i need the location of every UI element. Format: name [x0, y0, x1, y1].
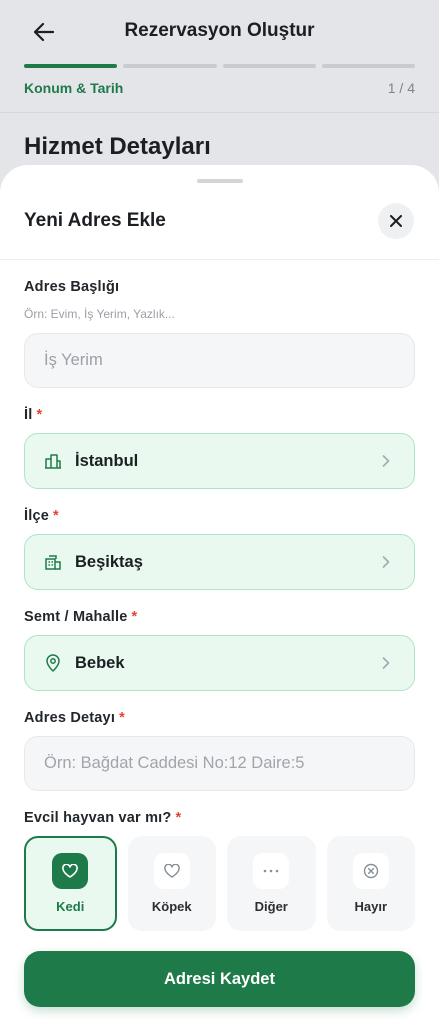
province-select[interactable]: İstanbul: [24, 433, 415, 489]
progress-segment: [321, 64, 415, 68]
address-detail-label-text: Adres Detayı: [24, 710, 116, 726]
neighborhood-value: Bebek: [75, 653, 125, 672]
step-progress: [24, 64, 415, 68]
required-mark: *: [53, 508, 59, 524]
chevron-right-icon: [376, 451, 396, 471]
district-label-text: İlçe: [24, 508, 49, 524]
address-title-value: İş Yerim: [44, 351, 103, 369]
required-mark: *: [175, 810, 182, 826]
divider: [0, 259, 439, 260]
add-address-sheet: Yeni Adres Ekle Adres Başlığı Örn: Evim,…: [0, 165, 439, 1020]
progress-segment: [222, 64, 316, 68]
location-pin-icon: [43, 653, 63, 673]
neighborhood-label: Semt / Mahalle *: [24, 609, 137, 625]
required-mark: *: [119, 710, 125, 726]
more-icon: [253, 853, 290, 889]
page-title: Rezervasyon Oluştur: [124, 20, 315, 41]
address-title-hint: Örn: Evim, İş Yerim, Yazlık...: [24, 307, 175, 321]
address-title-input[interactable]: İş Yerim: [24, 333, 415, 388]
district-label: İlçe *: [24, 508, 59, 524]
pet-option-diger[interactable]: Diğer: [227, 836, 316, 931]
pet-option-label: Diğer: [254, 899, 288, 914]
pets-label: Evcil hayvan var mı? *: [24, 810, 181, 826]
address-title-label-text: Adres Başlığı: [24, 279, 120, 295]
address-title-label: Adres Başlığı: [24, 279, 119, 295]
section-title: Hizmet Detayları: [24, 133, 211, 160]
heart-icon: [153, 853, 190, 889]
step-count: 1 / 4: [387, 80, 415, 96]
divider: [0, 112, 439, 113]
progress-segment: [123, 64, 217, 68]
district-value: Beşiktaş: [75, 552, 143, 571]
required-mark: *: [131, 609, 138, 625]
heart-icon: [52, 853, 89, 889]
address-detail-label: Adres Detayı *: [24, 710, 125, 726]
district-select[interactable]: Beşiktaş: [24, 534, 415, 590]
building-icon: [43, 552, 63, 572]
step-label: Konum & Tarih: [24, 80, 124, 96]
province-label: İl *: [24, 407, 42, 423]
pets-label-text: Evcil hayvan var mı?: [24, 810, 172, 826]
pet-options: Kedi Köpek Diğer Hayır: [24, 836, 415, 931]
sheet-drag-handle[interactable]: [197, 179, 243, 183]
pet-option-kedi[interactable]: Kedi: [24, 836, 117, 931]
close-button[interactable]: [378, 203, 414, 239]
pet-option-label: Köpek: [151, 899, 192, 914]
address-detail-placeholder: Örn: Bağdat Caddesi No:12 Daire:5: [44, 754, 305, 772]
province-label-text: İl: [24, 407, 33, 423]
pet-option-hayir[interactable]: Hayır: [326, 836, 415, 931]
pet-option-label: Hayır: [354, 899, 388, 914]
progress-segment: [24, 64, 118, 68]
chevron-right-icon: [376, 653, 396, 673]
province-value: İstanbul: [75, 451, 139, 470]
address-detail-input[interactable]: Örn: Bağdat Caddesi No:12 Daire:5: [24, 736, 415, 791]
chevron-right-icon: [376, 552, 396, 572]
neighborhood-select[interactable]: Bebek: [24, 635, 415, 691]
city-icon: [43, 451, 63, 471]
sheet-title: Yeni Adres Ekle: [24, 210, 166, 231]
pet-option-kopek[interactable]: Köpek: [127, 836, 216, 931]
close-icon: [390, 215, 402, 227]
pet-option-label: Kedi: [56, 899, 85, 914]
save-address-button[interactable]: Adresi Kaydet: [24, 951, 415, 1007]
x-circle-icon: [352, 853, 389, 889]
neighborhood-label-text: Semt / Mahalle: [24, 609, 128, 625]
required-mark: *: [36, 407, 43, 423]
